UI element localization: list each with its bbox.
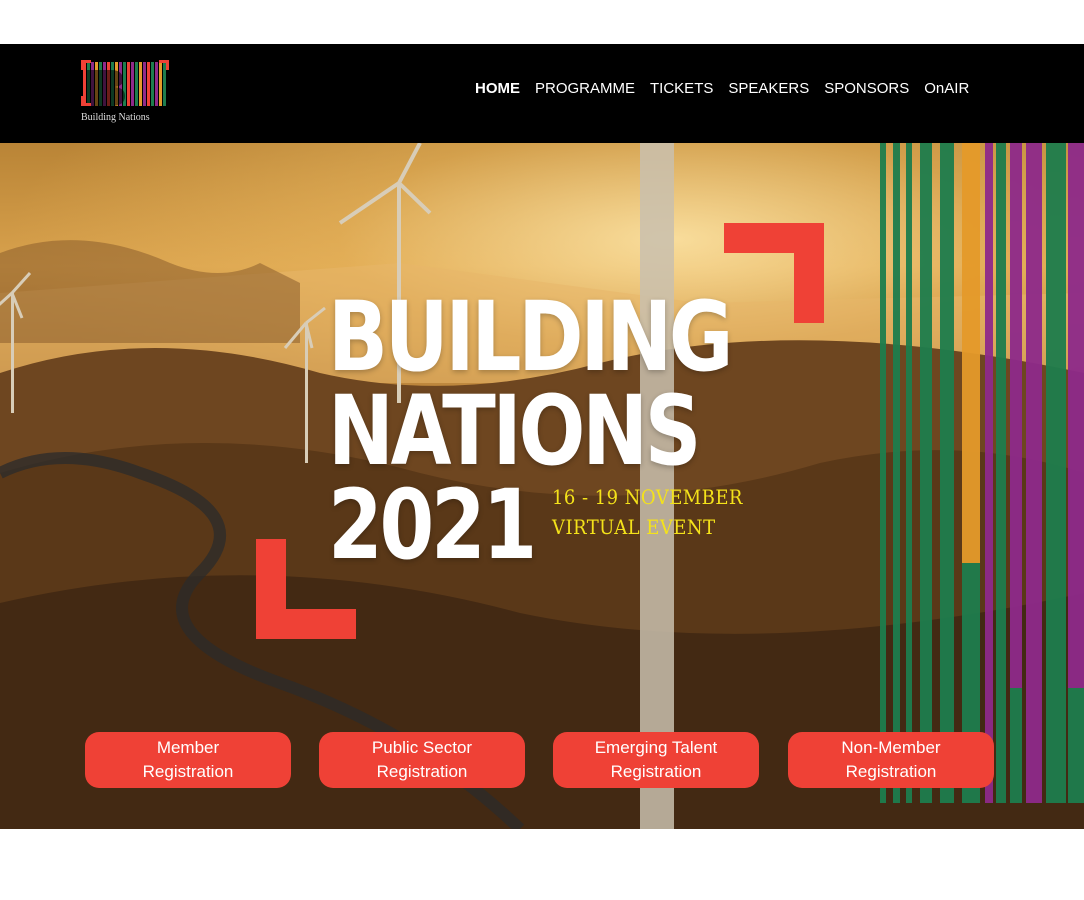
bracket-bottom-left-h — [256, 609, 356, 639]
nav-item-speakers[interactable]: SPEAKERS — [728, 80, 809, 97]
event-date: 16 - 19 NOVEMBER — [552, 485, 743, 509]
nav-item-onair[interactable]: OnAIR — [924, 80, 969, 97]
hero-title-line2: NATIONS — [328, 375, 701, 487]
non-member-registration-button[interactable]: Non-Member Registration — [788, 732, 994, 788]
hero-title-line1: BUILDING — [328, 281, 734, 393]
member-registration-button[interactable]: Member Registration — [85, 732, 291, 788]
event-type: VIRTUAL EVENT — [552, 515, 716, 539]
button-line2: Registration — [376, 762, 468, 781]
emerging-talent-registration-button[interactable]: Emerging Talent Registration — [553, 732, 759, 788]
button-line2: Registration — [845, 762, 937, 781]
public-sector-registration-button[interactable]: Public Sector Registration — [319, 732, 525, 788]
nav-item-home[interactable]: HOME — [475, 80, 520, 97]
button-line1: Member — [156, 738, 220, 757]
button-line2: Registration — [142, 762, 234, 781]
button-line1: Emerging Talent — [594, 738, 718, 757]
bracket-top-right-v — [794, 223, 824, 323]
button-line1: Public Sector — [371, 738, 473, 757]
nav-item-tickets[interactable]: TICKETS — [650, 80, 713, 97]
main-nav: HOME PROGRAMME TICKETS SPEAKERS SPONSORS… — [475, 80, 969, 97]
button-line2: Registration — [610, 762, 702, 781]
logo-text: Building Nations — [81, 112, 150, 123]
button-line1: Non-Member — [841, 738, 941, 757]
nav-item-sponsors[interactable]: SPONSORS — [824, 80, 909, 97]
nav-item-programme[interactable]: PROGRAMME — [535, 80, 635, 97]
